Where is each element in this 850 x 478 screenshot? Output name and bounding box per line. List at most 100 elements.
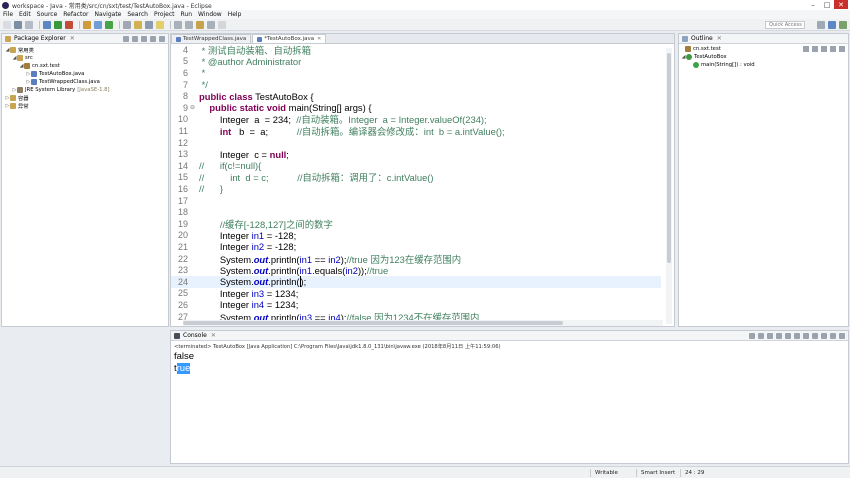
maximize-icon[interactable]: □ — [820, 0, 834, 9]
code-line[interactable]: 25 Integer in3 = 1234; — [171, 288, 661, 300]
console-header[interactable]: Console ✕ — [171, 331, 848, 341]
save-icon[interactable] — [14, 20, 22, 29]
outline-item-package[interactable]: cn.sxt.test — [679, 45, 755, 53]
print-icon[interactable] — [25, 20, 33, 29]
link-editor-icon[interactable] — [132, 36, 138, 42]
code-line[interactable]: 7 */ — [171, 79, 661, 91]
forward-icon[interactable] — [218, 20, 226, 29]
menu-edit[interactable]: Edit — [19, 11, 31, 18]
quick-access-input[interactable]: Quick Access — [765, 21, 805, 29]
scroll-lock-icon[interactable] — [785, 333, 791, 339]
code-line[interactable]: 17 — [171, 195, 661, 207]
minimize-icon[interactable] — [830, 333, 836, 339]
code-line[interactable]: 19 //缓存[-128,127]之间的数字 — [171, 218, 661, 230]
view-menu-icon[interactable] — [839, 46, 845, 52]
code-line[interactable]: 23 System.out.println(in1.equals(in2));/… — [171, 264, 661, 276]
new-package-icon[interactable] — [94, 20, 102, 29]
line-number: 13 — [177, 149, 188, 160]
tree-item-project-container[interactable]: ▷ 容器 — [2, 94, 168, 102]
toggle-mark-icon[interactable] — [145, 20, 153, 29]
remove-launch-icon[interactable] — [758, 333, 764, 339]
new-icon[interactable] — [3, 20, 11, 29]
code-line[interactable]: 4 * 测试自动装箱、自动拆箱 — [171, 44, 661, 56]
code-line[interactable]: 12 — [171, 137, 661, 149]
run-icon[interactable] — [54, 20, 62, 29]
external-tools-icon[interactable] — [65, 20, 73, 29]
new-class-icon[interactable] — [105, 20, 113, 29]
code-text-area[interactable]: 4 * 测试自动装箱、自动拆箱 5 * @author Administrator… — [171, 44, 661, 327]
code-line[interactable]: 20 Integer in1 = -128; — [171, 230, 661, 242]
menu-search[interactable]: Search — [127, 11, 148, 18]
outline-item-class[interactable]: ◢ TestAutoBox — [679, 53, 755, 61]
search-icon[interactable] — [134, 20, 142, 29]
tree-item-project[interactable]: ◢ 常用类 — [2, 46, 168, 54]
code-line[interactable]: 11 int b = a; //自动拆箱。编译器会修改成：int b = a.i… — [171, 125, 661, 137]
package-explorer-header[interactable]: Package Explorer ✕ — [2, 34, 168, 44]
scrollbar-thumb[interactable] — [667, 53, 671, 263]
tree-item-testwrappedclass[interactable]: ▷ TestWrappedClass.java — [2, 78, 168, 86]
console-output[interactable]: false true — [171, 351, 848, 374]
hide-fields-icon[interactable] — [812, 46, 818, 52]
tree-item-package[interactable]: ◢ cn.sxt.test — [2, 62, 168, 70]
close-icon[interactable]: ✕ — [717, 35, 722, 42]
close-icon[interactable]: ✕ — [70, 35, 75, 42]
sort-icon[interactable] — [803, 46, 809, 52]
tree-item-testautobox[interactable]: ▷ TestAutoBox.java — [2, 70, 168, 78]
next-annotation-icon[interactable] — [174, 20, 182, 29]
menu-window[interactable]: Window — [198, 11, 222, 18]
display-console-icon[interactable] — [812, 333, 818, 339]
outline-item-method[interactable]: main(String[]) : void — [679, 61, 755, 69]
previous-annotation-icon[interactable] — [185, 20, 193, 29]
outline-header[interactable]: Outline ✕ — [679, 34, 848, 44]
debug-icon[interactable] — [43, 20, 51, 29]
menu-run[interactable]: Run — [181, 11, 193, 18]
code-line[interactable]: 15// int d = c; //自动拆箱：调用了：c.intValue() — [171, 172, 661, 183]
code-line[interactable]: 24 System.out.println(​); — [171, 276, 661, 288]
tab-testautobox[interactable]: *TestAutoBox.java ✕ — [252, 34, 327, 43]
code-line[interactable]: 6 * — [171, 67, 661, 79]
collapse-all-icon[interactable] — [123, 36, 129, 42]
hide-nonpublic-icon[interactable] — [830, 46, 836, 52]
tree-item-project-exception[interactable]: ▷ 异常 — [2, 102, 168, 110]
vertical-scrollbar[interactable] — [666, 48, 672, 324]
new-java-project-icon[interactable] — [83, 20, 91, 29]
code-line[interactable]: 5 * @author Administrator — [171, 56, 661, 68]
remove-all-icon[interactable] — [767, 333, 773, 339]
menu-source[interactable]: Source — [37, 11, 58, 18]
debug-perspective-icon[interactable] — [839, 21, 847, 29]
hide-static-icon[interactable] — [821, 46, 827, 52]
code-line[interactable]: 16 // } — [171, 183, 661, 195]
highlight-icon[interactable] — [156, 20, 164, 29]
minimize-icon[interactable]: – — [806, 0, 820, 9]
open-perspective-icon[interactable] — [817, 21, 825, 29]
maximize-icon[interactable] — [159, 36, 165, 42]
last-edit-icon[interactable] — [196, 20, 204, 29]
word-wrap-icon[interactable] — [794, 333, 800, 339]
code-line[interactable]: 13 Integer c = null; — [171, 148, 661, 160]
close-icon[interactable]: ✕ — [317, 36, 321, 42]
close-icon[interactable]: ✕ — [834, 0, 848, 9]
open-console-icon[interactable] — [821, 333, 827, 339]
menu-project[interactable]: Project — [154, 11, 175, 18]
clear-console-icon[interactable] — [776, 333, 782, 339]
menu-refactor[interactable]: Refactor — [63, 11, 88, 18]
pin-console-icon[interactable] — [803, 333, 809, 339]
menu-help[interactable]: Help — [228, 11, 242, 18]
tree-item-jre[interactable]: ▷ JRE System Library [JavaSE-1.8] — [2, 86, 168, 94]
view-menu-icon[interactable] — [141, 36, 147, 42]
open-type-icon[interactable] — [123, 20, 131, 29]
code-line[interactable]: 22 System.out.println(in1 == in2);//true… — [171, 253, 661, 265]
minimize-icon[interactable] — [150, 36, 156, 42]
tab-testwrappedclass[interactable]: TestWrappedClass.java — [171, 34, 252, 43]
scrollbar-thumb[interactable] — [183, 321, 563, 325]
java-perspective-icon[interactable] — [828, 21, 836, 29]
menu-navigate[interactable]: Navigate — [94, 11, 121, 18]
close-icon[interactable]: ✕ — [211, 332, 216, 339]
terminate-icon[interactable] — [749, 333, 755, 339]
tree-item-src[interactable]: ◢ src — [2, 54, 168, 62]
back-icon[interactable] — [207, 20, 215, 29]
maximize-icon[interactable] — [839, 333, 845, 339]
code-line[interactable]: 8 public class TestAutoBox { — [171, 90, 661, 102]
horizontal-scrollbar[interactable] — [183, 320, 663, 326]
menu-file[interactable]: File — [3, 11, 13, 18]
